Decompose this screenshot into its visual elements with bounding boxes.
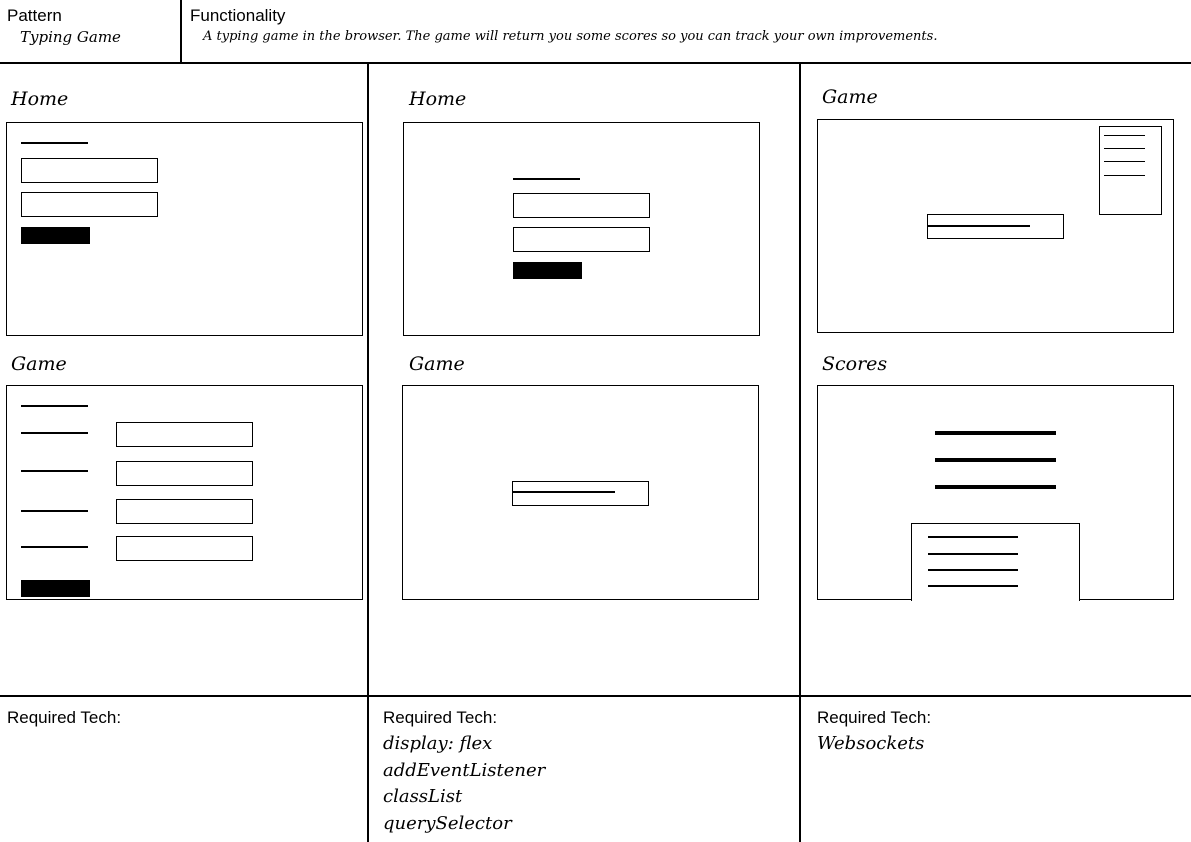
col3-top-frame-title: Game xyxy=(822,86,878,108)
col2-game-wireframe xyxy=(402,385,759,600)
score-line xyxy=(1104,148,1145,149)
functionality-value: A typing game in the browser. The game w… xyxy=(203,29,938,44)
col3-scores-wireframe xyxy=(817,385,1174,601)
col1-game-wireframe xyxy=(6,385,363,600)
pattern-label: Pattern xyxy=(7,6,62,25)
heading-line xyxy=(21,405,88,407)
tech-item: Websockets xyxy=(817,733,925,754)
tech-item: querySelector xyxy=(383,812,512,834)
tech-row-border xyxy=(0,695,1191,697)
col3-required-tech-label: Required Tech: xyxy=(817,708,932,727)
label-line xyxy=(21,432,88,434)
score-line xyxy=(1104,161,1145,162)
score-line xyxy=(1104,135,1145,136)
score-heading-line xyxy=(935,485,1056,489)
col2-bottom-frame-title: Game xyxy=(409,353,465,375)
col1-home-wireframe xyxy=(6,122,363,336)
score-line xyxy=(928,553,1018,555)
typing-field xyxy=(512,481,649,506)
col1-required-tech-label: Required Tech: xyxy=(7,708,122,727)
score-line xyxy=(1104,175,1145,176)
label-line xyxy=(21,510,88,512)
tech-item: addEventListener xyxy=(383,759,546,781)
score-list-panel xyxy=(911,523,1080,601)
col3-tech-list: Websockets xyxy=(817,731,924,758)
column-divider-1 xyxy=(367,63,369,842)
input-field xyxy=(116,461,253,486)
col3-bottom-frame-title: Scores xyxy=(822,353,888,375)
input-field xyxy=(116,499,253,524)
heading-line xyxy=(21,142,88,144)
progress-line xyxy=(513,491,615,493)
column-divider-2 xyxy=(799,63,801,842)
progress-line xyxy=(928,225,1030,227)
input-field xyxy=(116,536,253,561)
tech-item: classList xyxy=(383,786,463,807)
submit-button xyxy=(513,262,582,279)
input-field xyxy=(21,158,158,183)
col1-bottom-frame-title: Game xyxy=(11,353,67,375)
heading-line xyxy=(513,178,580,180)
scoreboard-panel xyxy=(1099,126,1162,215)
submit-button xyxy=(21,227,90,244)
col1-top-frame-title: Home xyxy=(11,88,69,110)
input-field xyxy=(116,422,253,447)
header-divider xyxy=(180,0,182,63)
score-line xyxy=(928,585,1018,587)
pattern-value: Typing Game xyxy=(20,28,121,46)
col2-top-frame-title: Home xyxy=(409,88,467,110)
score-heading-line xyxy=(935,431,1056,435)
score-line xyxy=(928,536,1018,538)
col3-game-wireframe xyxy=(817,119,1174,333)
col2-tech-list: display: flex addEventListener classList… xyxy=(383,731,545,837)
label-line xyxy=(21,470,88,472)
header-bottom-border xyxy=(0,62,1191,64)
col2-home-wireframe xyxy=(403,122,760,336)
col2-required-tech-label: Required Tech: xyxy=(383,708,498,727)
input-field xyxy=(21,192,158,217)
input-field xyxy=(513,227,650,252)
score-line xyxy=(928,569,1018,571)
submit-button xyxy=(21,580,90,597)
typing-field xyxy=(927,214,1064,239)
score-heading-line xyxy=(935,458,1056,462)
input-field xyxy=(513,193,650,218)
label-line xyxy=(21,546,88,548)
functionality-label: Functionality xyxy=(190,6,286,25)
tech-item: display: flex xyxy=(383,733,493,754)
